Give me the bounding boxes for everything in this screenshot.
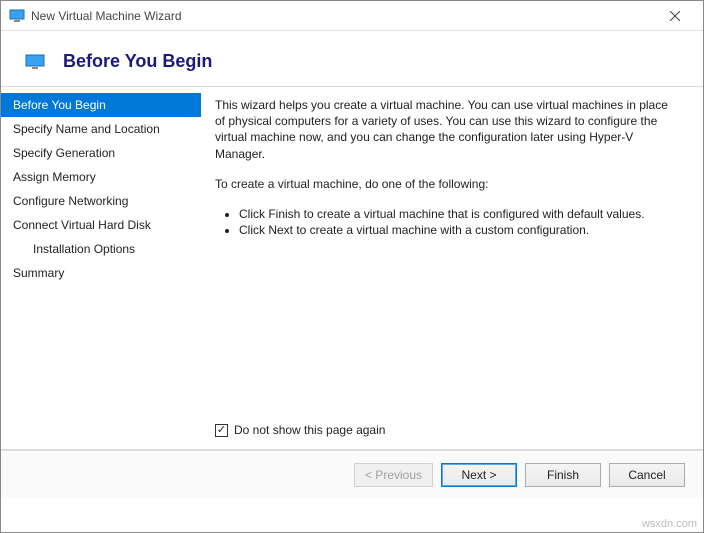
bullet-1: Click Next to create a virtual machine w… xyxy=(239,222,681,238)
page-title: Before You Begin xyxy=(63,51,212,72)
wizard-body: Before You BeginSpecify Name and Locatio… xyxy=(1,87,703,449)
sidebar-step-3[interactable]: Assign Memory xyxy=(1,165,201,189)
previous-button: < Previous xyxy=(354,463,433,487)
close-icon xyxy=(670,11,680,21)
watermark: wsxdn.com xyxy=(642,518,697,530)
sidebar-step-4[interactable]: Configure Networking xyxy=(1,189,201,213)
sidebar-step-6[interactable]: Installation Options xyxy=(1,237,201,261)
instruction-list: Click Finish to create a virtual machine… xyxy=(215,206,681,238)
sidebar-step-5[interactable]: Connect Virtual Hard Disk xyxy=(1,213,201,237)
sidebar-step-2[interactable]: Specify Generation xyxy=(1,141,201,165)
do-not-show-row[interactable]: ✓ Do not show this page again xyxy=(215,423,385,437)
intro-text: This wizard helps you create a virtual m… xyxy=(215,97,681,162)
titlebar: New Virtual Machine Wizard xyxy=(1,1,703,31)
do-not-show-checkbox[interactable]: ✓ xyxy=(215,424,228,437)
wizard-window: New Virtual Machine Wizard Before You Be… xyxy=(0,0,704,533)
wizard-header: Before You Begin xyxy=(1,31,703,86)
app-icon xyxy=(9,8,25,24)
next-button[interactable]: Next > xyxy=(441,463,517,487)
close-button[interactable] xyxy=(655,2,695,30)
sidebar-step-7[interactable]: Summary xyxy=(1,261,201,285)
sidebar-step-1[interactable]: Specify Name and Location xyxy=(1,117,201,141)
instruction-text: To create a virtual machine, do one of t… xyxy=(215,176,681,192)
step-sidebar: Before You BeginSpecify Name and Locatio… xyxy=(1,87,201,449)
window-title: New Virtual Machine Wizard xyxy=(31,9,655,23)
content-area: This wizard helps you create a virtual m… xyxy=(201,87,703,449)
do-not-show-label: Do not show this page again xyxy=(234,423,385,437)
header-icon xyxy=(25,54,45,70)
finish-button[interactable]: Finish xyxy=(525,463,601,487)
sidebar-step-0[interactable]: Before You Begin xyxy=(1,93,201,117)
cancel-button[interactable]: Cancel xyxy=(609,463,685,487)
wizard-footer: < Previous Next > Finish Cancel xyxy=(1,450,703,498)
bullet-0: Click Finish to create a virtual machine… xyxy=(239,206,681,222)
